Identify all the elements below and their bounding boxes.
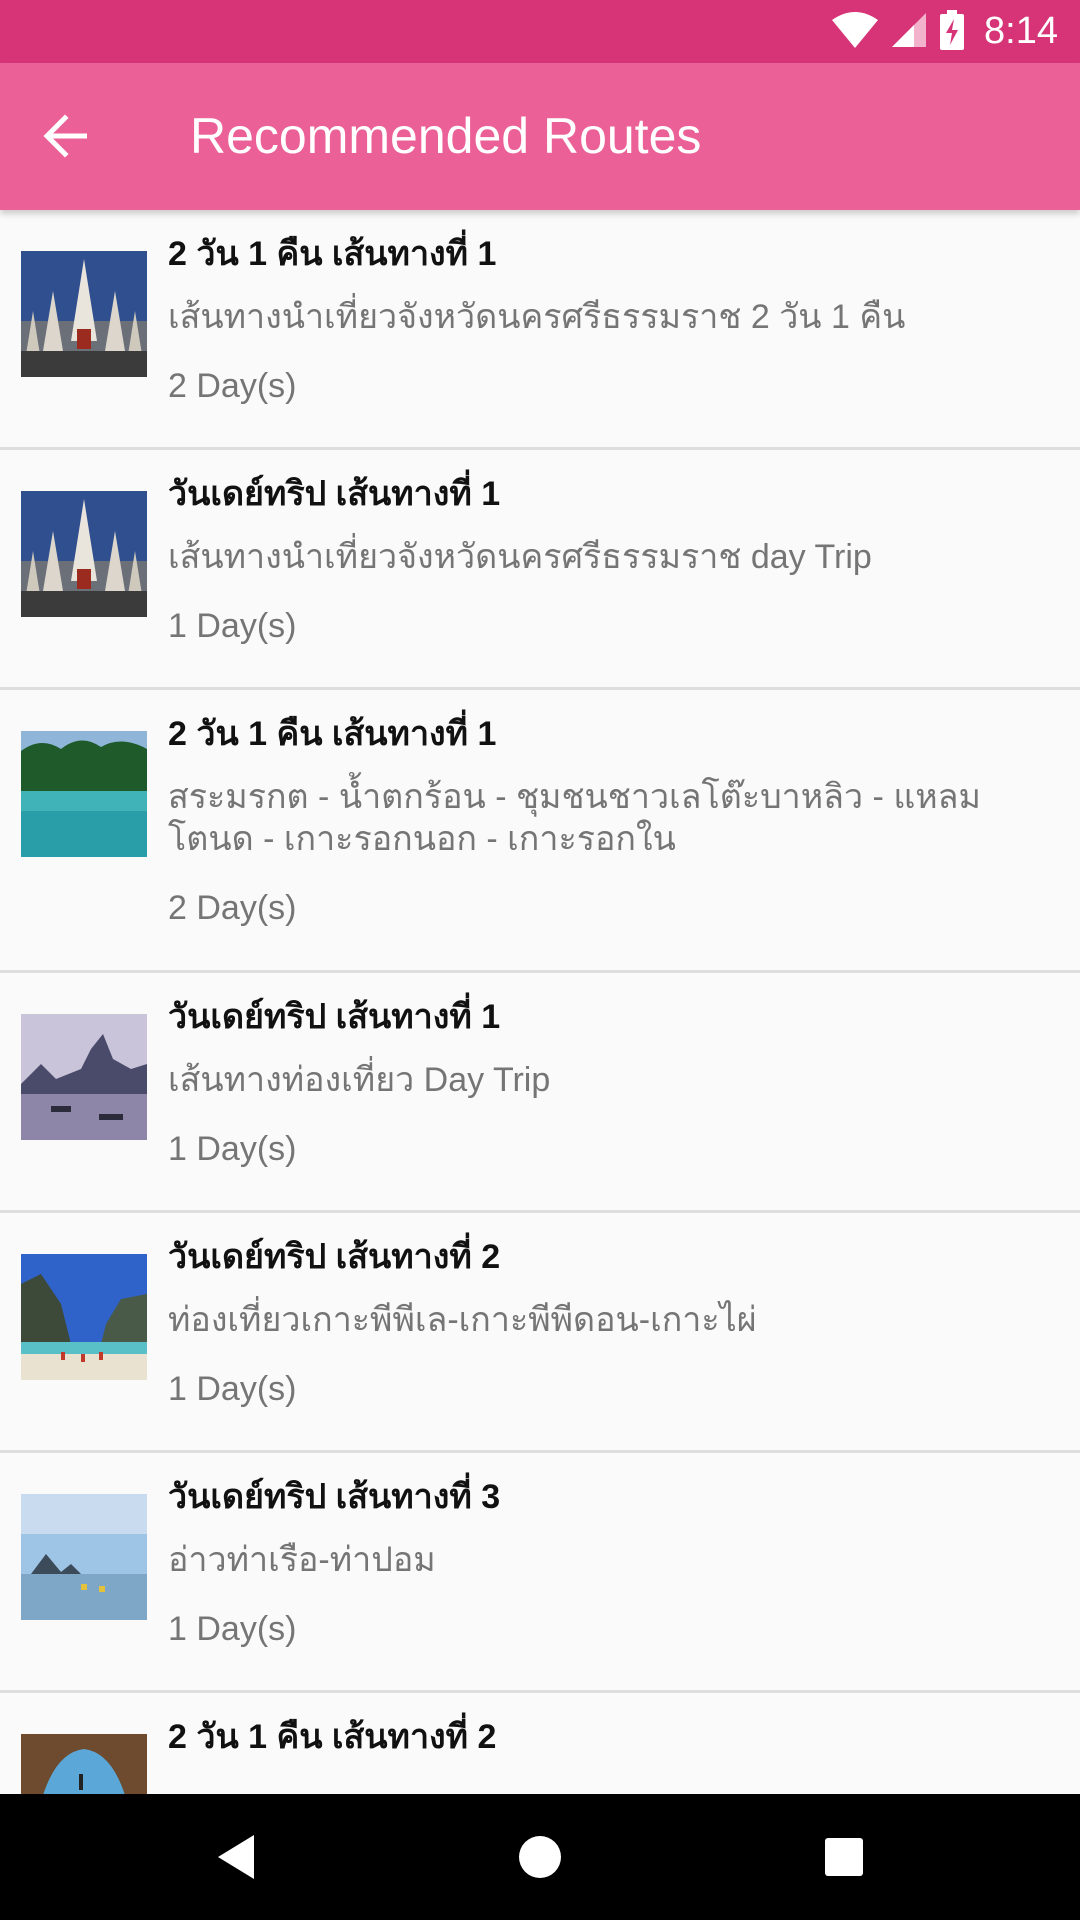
battery-charging-icon xyxy=(940,9,965,54)
route-description: ท่องเที่ยวเกาะพีพีเล-เกาะพีพีดอน-เกาะไผ่ xyxy=(168,1301,757,1339)
route-item[interactable]: วันเดย์ทริป เส้นทางที่ 1 เส้นทางนำเที่ยว… xyxy=(0,450,1080,690)
back-button[interactable] xyxy=(32,103,98,169)
route-duration: 2 Day(s) xyxy=(168,367,297,405)
route-description: สระมรกต - น้ำตกร้อน - ชุมชนชาวเลโต๊ะบาหล… xyxy=(168,778,981,858)
route-title: 2 วัน 1 คืน เส้นทางที่ 2 xyxy=(168,1718,497,1756)
signal-icon xyxy=(892,12,927,51)
route-item[interactable]: วันเดย์ทริป เส้นทางที่ 1 เส้นทางท่องเที่… xyxy=(0,973,1080,1213)
recents-square-icon xyxy=(825,1838,863,1876)
back-triangle-icon xyxy=(218,1835,254,1879)
route-item[interactable]: วันเดย์ทริป เส้นทางที่ 2 ท่องเที่ยวเกาะพ… xyxy=(0,1213,1080,1453)
route-item[interactable]: 2 วัน 1 คืน เส้นทางที่ 2 xyxy=(0,1693,1080,1794)
route-duration: 1 Day(s) xyxy=(168,607,297,645)
route-item[interactable]: 2 วัน 1 คืน เส้นทางที่ 1 สระมรกต - น้ำตก… xyxy=(0,690,1080,973)
wifi-icon xyxy=(832,11,879,52)
status-time: 8:14 xyxy=(984,10,1058,52)
nav-recents-button[interactable] xyxy=(814,1827,874,1887)
route-thumbnail xyxy=(21,1254,147,1380)
arrow-back-icon xyxy=(43,114,87,158)
route-item[interactable]: วันเดย์ทริป เส้นทางที่ 3 อ่าวท่าเรือ-ท่า… xyxy=(0,1453,1080,1693)
nav-home-button[interactable] xyxy=(510,1827,570,1887)
status-bar: 8:14 xyxy=(0,0,1080,63)
status-icons: 8:14 xyxy=(832,0,1058,63)
route-thumbnail xyxy=(21,731,147,857)
route-thumbnail xyxy=(21,1494,147,1620)
route-title: วันเดย์ทริป เส้นทางที่ 2 xyxy=(168,1238,501,1276)
route-thumbnail xyxy=(21,1734,147,1794)
route-duration: 1 Day(s) xyxy=(168,1370,297,1408)
route-title: 2 วัน 1 คืน เส้นทางที่ 1 xyxy=(168,715,497,753)
route-duration: 1 Day(s) xyxy=(168,1610,297,1648)
route-thumbnail xyxy=(21,491,147,617)
route-list[interactable]: 2 วัน 1 คืน เส้นทางที่ 1 เส้นทางนำเที่ยว… xyxy=(0,210,1080,1794)
app-bar: Recommended Routes xyxy=(0,63,1080,210)
route-item[interactable]: 2 วัน 1 คืน เส้นทางที่ 1 เส้นทางนำเที่ยว… xyxy=(0,210,1080,450)
route-thumbnail xyxy=(21,1014,147,1140)
route-thumbnail xyxy=(21,251,147,377)
route-description: เส้นทางนำเที่ยวจังหวัดนครศรีธรรมราช day … xyxy=(168,538,872,576)
route-duration: 2 Day(s) xyxy=(168,889,297,927)
route-duration: 1 Day(s) xyxy=(168,1130,297,1168)
route-description: เส้นทางนำเที่ยวจังหวัดนครศรีธรรมราช 2 วั… xyxy=(168,298,906,336)
home-circle-icon xyxy=(519,1836,561,1878)
route-description: เส้นทางท่องเที่ยว Day Trip xyxy=(168,1061,551,1099)
route-title: วันเดย์ทริป เส้นทางที่ 1 xyxy=(168,998,501,1036)
route-title: วันเดย์ทริป เส้นทางที่ 1 xyxy=(168,475,501,513)
route-description: อ่าวท่าเรือ-ท่าปอม xyxy=(168,1541,436,1579)
page-title: Recommended Routes xyxy=(190,108,702,164)
route-title: 2 วัน 1 คืน เส้นทางที่ 1 xyxy=(168,235,497,273)
nav-back-button[interactable] xyxy=(206,1827,266,1887)
navigation-bar xyxy=(0,1794,1080,1920)
route-title: วันเดย์ทริป เส้นทางที่ 3 xyxy=(168,1478,501,1516)
